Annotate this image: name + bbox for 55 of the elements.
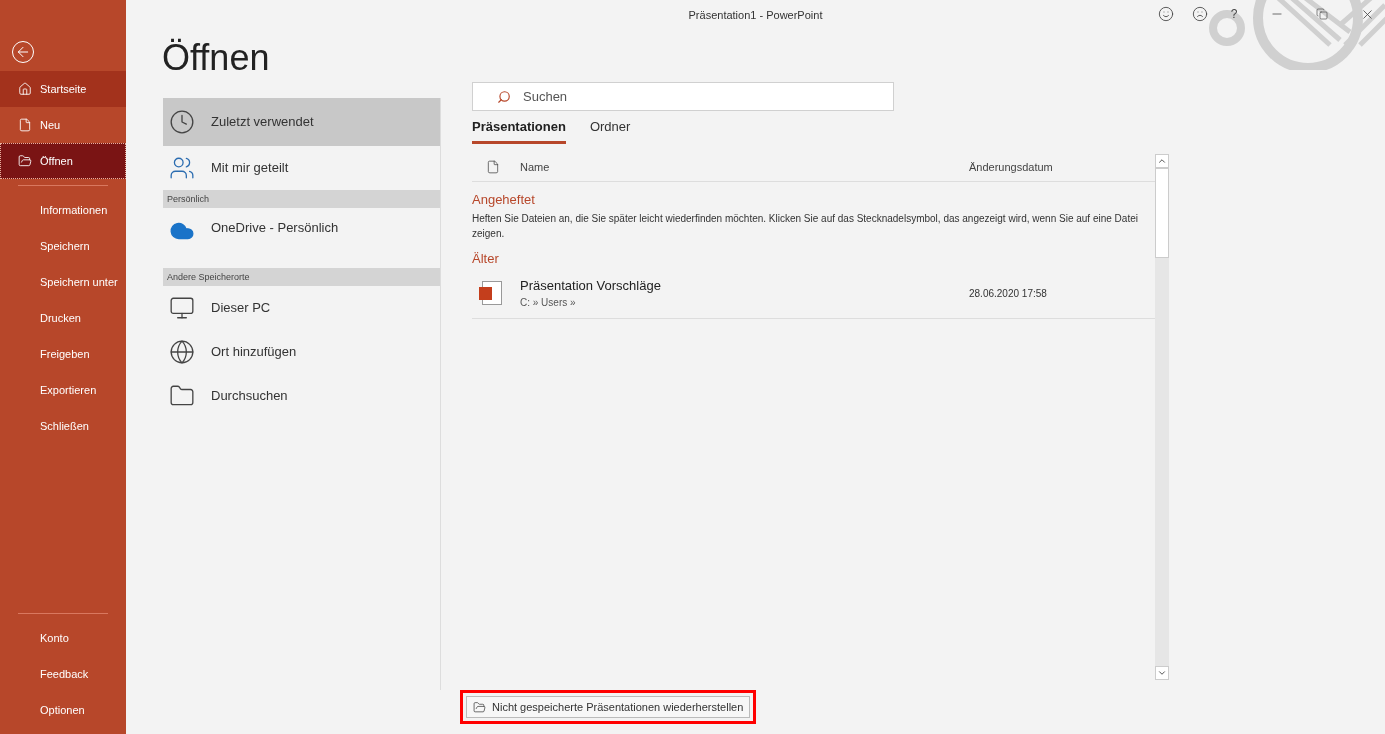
search-input[interactable]: Suchen xyxy=(523,86,863,107)
sidebar-item[interactable]: Startseite xyxy=(0,71,126,107)
column-header[interactable]: Name xyxy=(520,158,969,176)
help-button[interactable]: ? xyxy=(1226,5,1242,23)
file-path: C: » Users » xyxy=(520,296,577,311)
sidebar-item[interactable]: Drucken xyxy=(0,300,126,336)
smile-icon[interactable] xyxy=(1158,6,1174,22)
globe-icon xyxy=(169,339,195,365)
place-item[interactable]: OneDrive - Persönlich xyxy=(163,208,440,268)
file-date: 28.06.2020 17:58 xyxy=(969,286,1048,301)
sidebar-item[interactable]: Optionen xyxy=(0,692,126,728)
place-item[interactable]: Ort hinzufügen xyxy=(163,330,440,374)
sidebar-item[interactable]: Speichern unter xyxy=(0,264,126,300)
place-item[interactable]: Mit mir geteilt xyxy=(163,146,440,190)
sidebar-item[interactable]: Freigeben xyxy=(0,336,126,372)
place-item[interactable]: Dieser PC xyxy=(163,286,440,330)
scrollbar[interactable] xyxy=(1155,153,1169,680)
clock-icon xyxy=(169,109,195,135)
group-title: Älter xyxy=(472,250,500,268)
sidebar-item[interactable]: Feedback xyxy=(0,656,126,692)
folder-icon xyxy=(473,700,486,714)
page-title: Öffnen xyxy=(162,36,271,80)
sidebar-item[interactable]: Öffnen xyxy=(0,143,126,179)
sidebar-item[interactable]: Exportieren xyxy=(0,372,126,408)
people-icon xyxy=(169,155,195,181)
group-title: Angeheftet xyxy=(472,190,536,209)
file-row[interactable]: Präsentation Vorschläge C: » Users » 28.06.2020 17:58 xyxy=(472,268,1155,319)
tab[interactable]: Präsentationen xyxy=(472,117,566,144)
section-header: Andere Speicherorte xyxy=(163,268,440,286)
search-icon xyxy=(497,89,511,104)
tab[interactable]: Ordner xyxy=(589,117,631,144)
nav-icon xyxy=(18,154,32,168)
window-title: Präsentation1 - PowerPoint xyxy=(688,7,823,23)
file-type-icon xyxy=(486,160,500,174)
place-item[interactable]: Durchsuchen xyxy=(163,374,440,418)
sidebar-item[interactable]: Schließen xyxy=(0,408,126,444)
scroll-down-icon[interactable] xyxy=(1157,668,1167,678)
sidebar-item[interactable]: Speichern xyxy=(0,228,126,264)
search-field[interactable]: Suchen xyxy=(472,82,894,111)
sidebar-item[interactable]: Neu xyxy=(0,107,126,143)
file-name: Präsentation Vorschläge xyxy=(520,276,662,295)
restore-button[interactable]: Nicht gespeicherte Präsentationen wiederherstellen xyxy=(466,696,751,718)
place-item[interactable]: Zuletzt verwendet xyxy=(163,98,440,146)
frown-icon[interactable] xyxy=(1192,6,1208,22)
nav-icon xyxy=(18,118,32,132)
sidebar-item[interactable]: Konto xyxy=(0,620,126,656)
monitor-icon xyxy=(169,295,195,321)
restore-icon[interactable] xyxy=(1316,8,1328,20)
presentation-file-icon xyxy=(482,281,502,305)
sidebar-item[interactable]: Informationen xyxy=(0,192,126,228)
scrollbar-thumb[interactable] xyxy=(1155,167,1169,258)
nav-icon xyxy=(18,82,32,96)
section-header: Persönlich xyxy=(163,190,440,208)
column-header[interactable]: Änderungsdatum xyxy=(969,158,1155,176)
group-note: Heften Sie Dateien an, die Sie später leicht wiederfinden möchten. Klicken Sie auf das Stecknadelsymbol, das angezeigt wird, wenn Sie auf eine Datei zeigen. xyxy=(472,212,1139,241)
